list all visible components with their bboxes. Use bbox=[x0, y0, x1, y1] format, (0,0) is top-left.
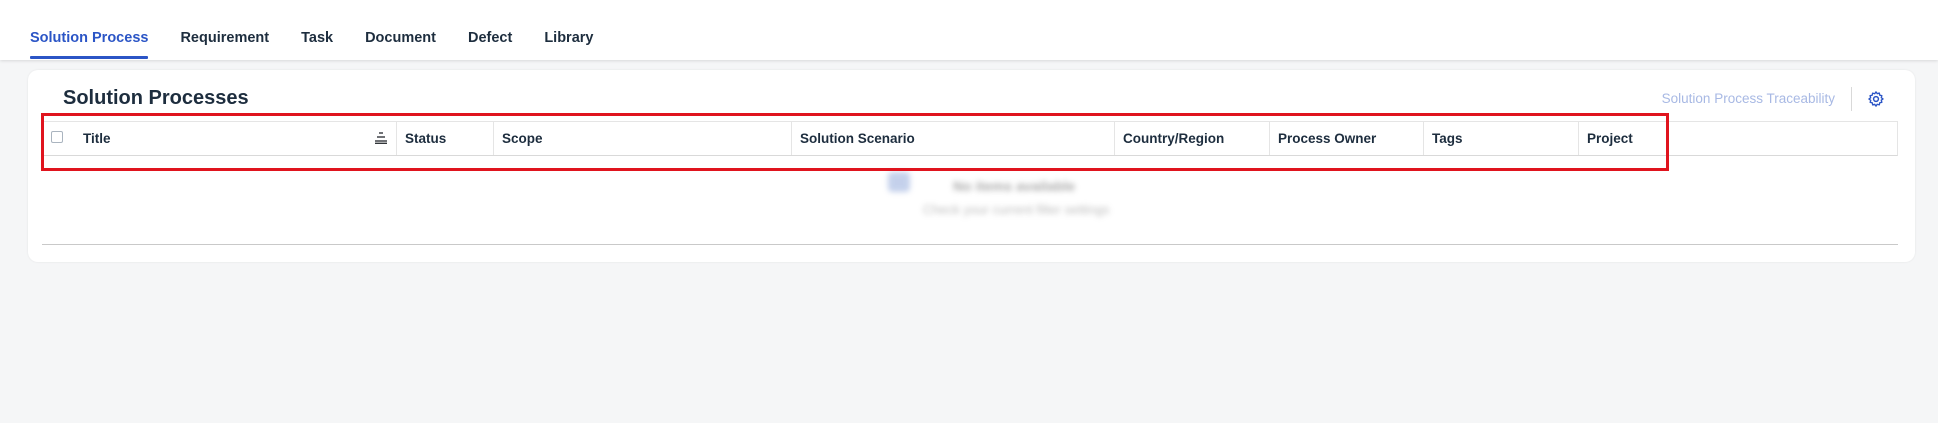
column-header-process-owner[interactable]: Process Owner bbox=[1270, 122, 1424, 155]
solution-process-traceability-link[interactable]: Solution Process Traceability bbox=[1662, 91, 1835, 106]
toolbar-separator bbox=[1851, 87, 1852, 111]
tab-solution-process[interactable]: Solution Process bbox=[30, 0, 149, 60]
top-navigation-bar: Solution Process Requirement Task Docume… bbox=[0, 0, 1938, 60]
select-all-checkbox[interactable] bbox=[51, 131, 63, 143]
column-header-project[interactable]: Project bbox=[1579, 122, 1897, 155]
select-all-column bbox=[43, 122, 75, 155]
tab-requirement[interactable]: Requirement bbox=[180, 0, 269, 60]
column-label: Process Owner bbox=[1278, 131, 1377, 146]
solution-processes-card: Solution Processes Solution Process Trac… bbox=[28, 70, 1915, 262]
table-bottom-divider bbox=[42, 244, 1898, 245]
column-header-tags[interactable]: Tags bbox=[1424, 122, 1579, 155]
empty-state-icon bbox=[888, 172, 910, 192]
column-label: Country/Region bbox=[1123, 131, 1225, 146]
column-header-solution-scenario[interactable]: Solution Scenario bbox=[792, 122, 1115, 155]
sort-icon[interactable] bbox=[374, 132, 388, 144]
column-header-status[interactable]: Status bbox=[397, 122, 494, 155]
page-title: Solution Processes bbox=[63, 87, 249, 109]
column-header-title[interactable]: Title bbox=[75, 122, 397, 155]
scrollbar[interactable] bbox=[1924, 0, 1938, 60]
table-header-row: Title Status Scope Solution Scenario Cou… bbox=[42, 121, 1898, 156]
column-label: Tags bbox=[1432, 131, 1463, 146]
column-header-scope[interactable]: Scope bbox=[494, 122, 792, 155]
column-label: Project bbox=[1587, 131, 1633, 146]
column-header-country-region[interactable]: Country/Region bbox=[1115, 122, 1270, 155]
column-label: Scope bbox=[502, 131, 543, 146]
column-label: Solution Scenario bbox=[800, 131, 915, 146]
column-label: Title bbox=[83, 131, 111, 146]
tab-bar: Solution Process Requirement Task Docume… bbox=[30, 0, 625, 60]
tab-task[interactable]: Task bbox=[301, 0, 333, 60]
empty-table-message: No items available Check your current fi… bbox=[858, 170, 1218, 230]
column-label: Status bbox=[405, 131, 447, 146]
gear-icon[interactable] bbox=[1867, 90, 1885, 108]
tab-defect[interactable]: Defect bbox=[468, 0, 512, 60]
tab-library[interactable]: Library bbox=[544, 0, 593, 60]
empty-state-hint: Check your current filter settings bbox=[923, 202, 1110, 217]
tab-document[interactable]: Document bbox=[365, 0, 436, 60]
empty-state-title: No items available bbox=[953, 178, 1076, 194]
